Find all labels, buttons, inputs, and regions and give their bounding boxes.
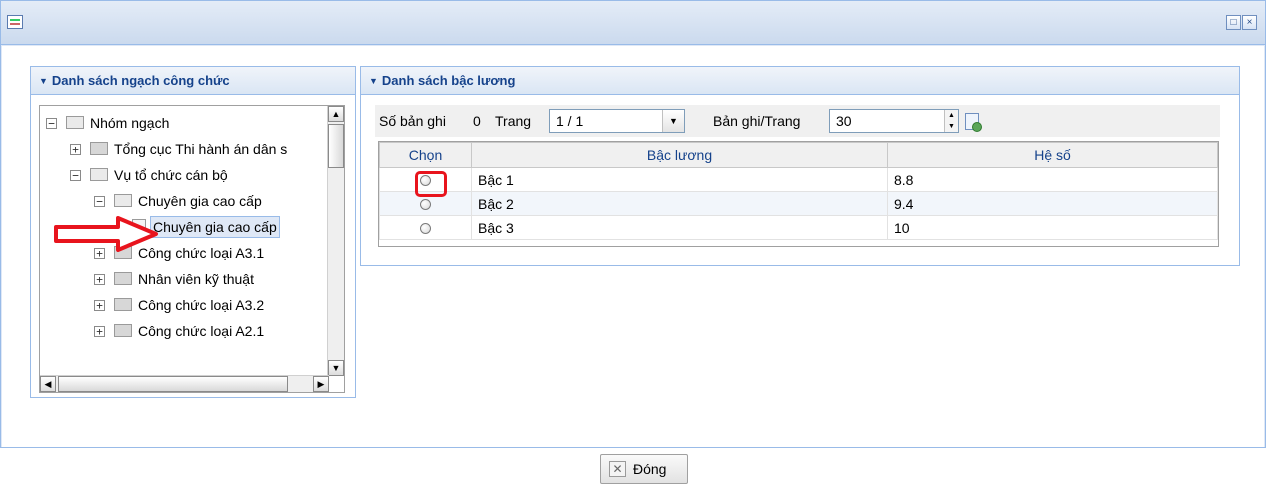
tree-node-label[interactable]: Công chức loại A3.2	[138, 294, 264, 316]
folder-icon	[114, 298, 132, 311]
page-select[interactable]: 1 / 1 ▼	[549, 109, 685, 133]
tree-node-label[interactable]: Nhóm ngạch	[90, 112, 169, 134]
per-page-value: 30	[836, 113, 852, 129]
folder-icon	[90, 142, 108, 155]
scroll-up-icon[interactable]: ▲	[328, 106, 344, 122]
tree-hscroll-thumb[interactable]	[58, 376, 288, 392]
collapse-icon[interactable]: −	[94, 196, 105, 207]
grade-list-panel-header[interactable]: ▼ Danh sách ngạch công chức	[31, 67, 355, 95]
salary-level-grid: Chọn Bậc lương Hệ số Bậc 1 8.8 Bậc 2 9.4…	[378, 141, 1219, 247]
per-page-input[interactable]: 30 ▲ ▼	[829, 109, 959, 133]
dialog-window: □ × ▼ Danh sách ngạch công chức − Nhóm ngạ…	[0, 0, 1266, 484]
tree-node[interactable]: − Nhóm ngạch	[40, 112, 328, 134]
expand-icon[interactable]: +	[94, 274, 105, 285]
close-button[interactable]: ✕ Đóng	[600, 454, 688, 484]
tree-vertical-scrollbar[interactable]: ▲ ▼	[327, 106, 344, 376]
column-header-coefficient[interactable]: Hệ số	[887, 142, 1218, 168]
tree-node[interactable]: + Nhân viên kỹ thuật	[40, 268, 328, 290]
record-count-value: 0	[473, 113, 481, 129]
table-row[interactable]: Bậc 3 10	[379, 215, 1218, 240]
tree-node[interactable]: + Công chức loại A3.2	[40, 294, 328, 316]
expand-icon[interactable]: +	[94, 326, 105, 337]
scroll-down-icon[interactable]: ▼	[328, 360, 344, 376]
row-radio-button[interactable]	[419, 199, 431, 211]
salary-level-panel: ▼ Danh sách bậc lương Số bản ghi 0 Trang …	[360, 66, 1240, 266]
annotation-arrow-icon	[54, 216, 158, 252]
level-cell: Bậc 2	[471, 191, 888, 216]
salary-level-panel-title: Danh sách bậc lương	[381, 73, 516, 88]
maximize-icon[interactable]: □	[1226, 15, 1241, 30]
row-radio-button[interactable]	[419, 223, 431, 235]
folder-open-icon	[90, 168, 108, 181]
tree-node[interactable]: + Công chức loại A2.1	[40, 320, 328, 342]
collapse-icon[interactable]: −	[70, 170, 81, 181]
page-select-value: 1 / 1	[556, 113, 584, 129]
folder-icon	[114, 272, 132, 285]
coefficient-cell: 10	[887, 215, 1218, 240]
folder-icon	[114, 324, 132, 337]
scroll-right-icon[interactable]: ▶	[313, 376, 329, 392]
tree-node[interactable]: + Tổng cục Thi hành án dân s	[40, 138, 328, 160]
coefficient-cell: 9.4	[887, 191, 1218, 216]
window-titlebar: □ ×	[1, 1, 1265, 45]
collapse-icon[interactable]: ▼	[369, 67, 378, 95]
column-header-select[interactable]: Chọn	[379, 142, 472, 168]
select-cell[interactable]	[379, 215, 472, 240]
collapse-icon[interactable]: −	[46, 118, 57, 129]
table-row[interactable]: Bậc 1 8.8	[379, 167, 1218, 192]
expand-icon[interactable]: +	[70, 144, 81, 155]
spinner-icon[interactable]: ▲ ▼	[944, 110, 958, 132]
level-cell: Bậc 1	[471, 167, 888, 192]
column-header-level[interactable]: Bậc lương	[471, 142, 888, 168]
level-cell: Bậc 3	[471, 215, 888, 240]
window-app-icon	[7, 15, 23, 29]
close-x-icon: ✕	[609, 461, 626, 477]
tree-node-label[interactable]: Chuyên gia cao cấp	[150, 216, 280, 238]
record-count-label: Số bản ghi	[379, 113, 446, 129]
tree-node-label[interactable]: Tổng cục Thi hành án dân s	[114, 138, 287, 160]
close-button-label: Đóng	[633, 461, 667, 477]
close-icon[interactable]: ×	[1242, 15, 1257, 30]
annotation-highlight-box	[415, 171, 447, 197]
tree-scroll-thumb[interactable]	[328, 124, 344, 168]
folder-open-icon	[114, 194, 132, 207]
folder-open-icon	[66, 116, 84, 129]
expand-icon[interactable]: +	[94, 300, 105, 311]
dialog-body: ▼ Danh sách ngạch công chức − Nhóm ngạch + T…	[2, 46, 1264, 484]
table-row[interactable]: Bậc 2 9.4	[379, 191, 1218, 216]
salary-level-panel-header[interactable]: ▼ Danh sách bậc lương	[361, 67, 1239, 95]
tree-node-label[interactable]: Công chức loại A2.1	[138, 320, 264, 342]
page-label: Trang	[495, 113, 532, 129]
tree-node-label[interactable]: Nhân viên kỹ thuật	[138, 268, 254, 290]
dialog-content: ▼ Danh sách ngạch công chức − Nhóm ngạch + T…	[10, 54, 1256, 484]
tree-horizontal-scrollbar[interactable]: ◀ ▶	[40, 375, 329, 392]
export-icon[interactable]	[965, 113, 982, 132]
grade-list-panel-title: Danh sách ngạch công chức	[51, 73, 230, 88]
tree-node-label[interactable]: Vụ tổ chức cán bộ	[114, 164, 228, 186]
scroll-left-icon[interactable]: ◀	[40, 376, 56, 392]
tree-node[interactable]: − Chuyên gia cao cấp	[40, 190, 328, 212]
chevron-down-icon[interactable]: ▼	[662, 110, 684, 132]
coefficient-cell: 8.8	[887, 167, 1218, 192]
tree-node-label[interactable]: Chuyên gia cao cấp	[138, 190, 262, 212]
collapse-icon[interactable]: ▼	[39, 67, 48, 95]
tree-node[interactable]: − Vụ tổ chức cán bộ	[40, 164, 328, 186]
per-page-label: Bản ghi/Trang	[713, 113, 801, 129]
paging-toolbar: Số bản ghi 0 Trang 1 / 1 ▼ Bản ghi/Trang…	[375, 105, 1220, 137]
